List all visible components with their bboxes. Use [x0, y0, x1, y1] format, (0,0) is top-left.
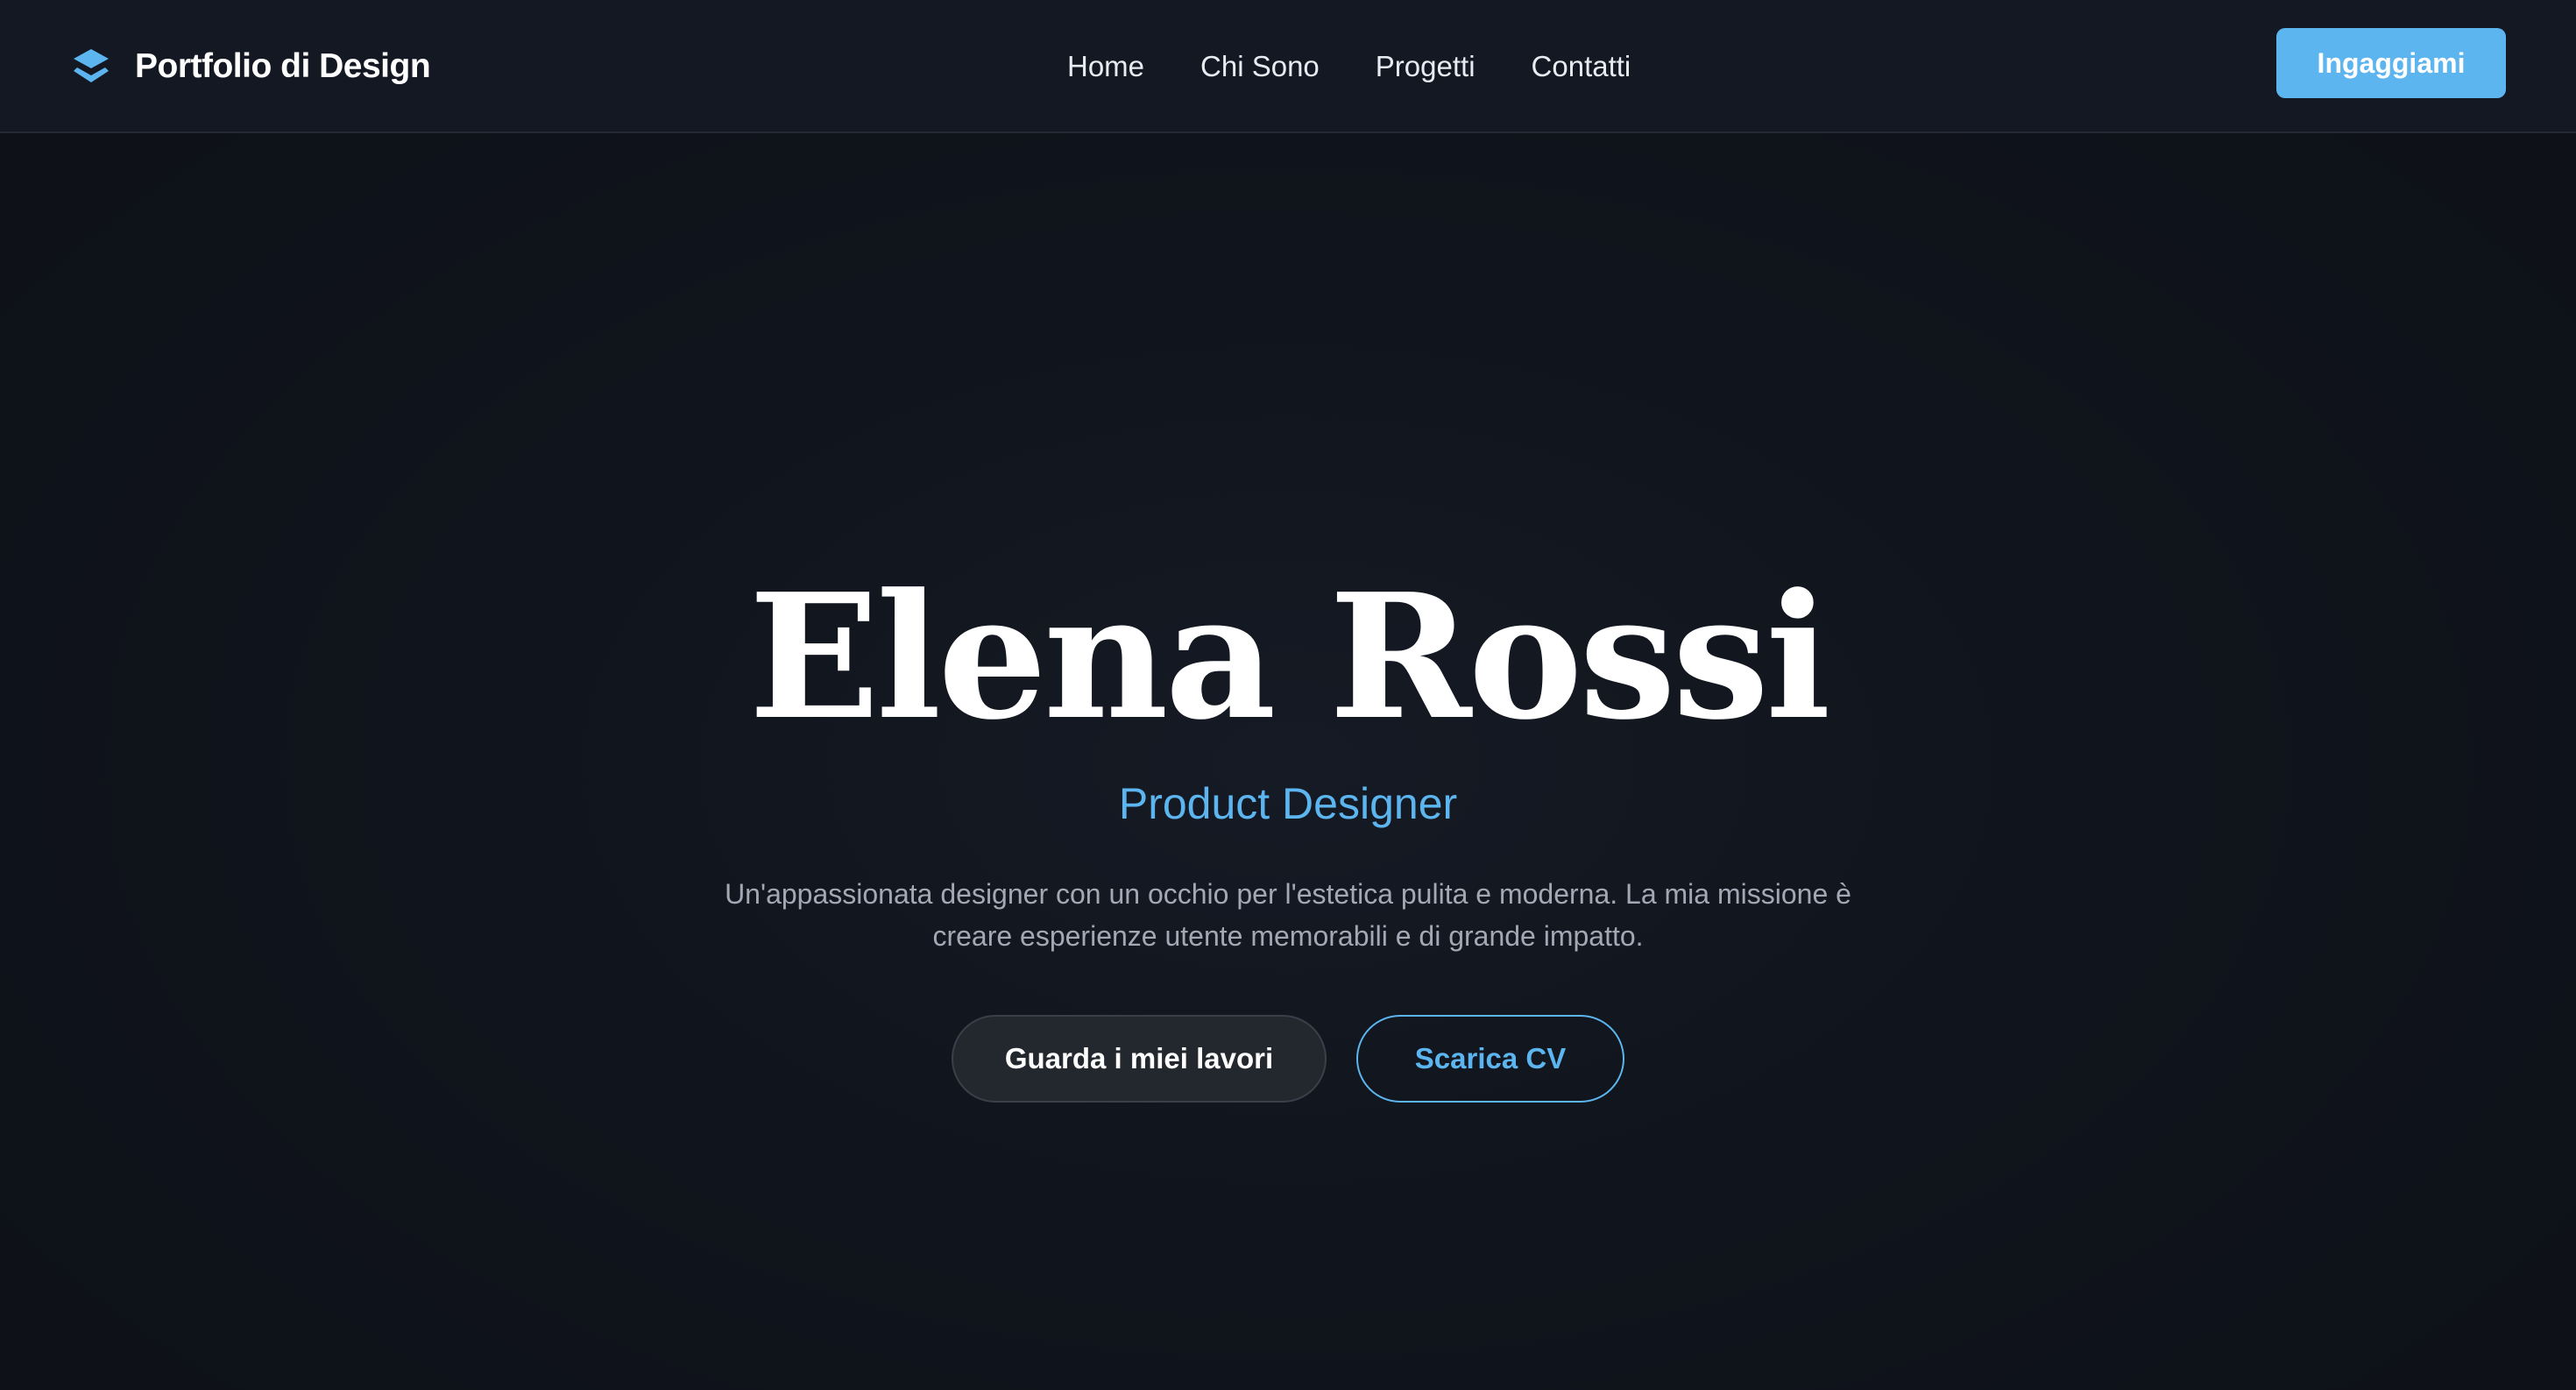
hero-actions: Guarda i miei lavori Scarica CV	[0, 1015, 2576, 1103]
hero-name: Elena Rossi	[748, 557, 1830, 758]
hero-description: Un'appassionata designer con un occhio p…	[725, 878, 1851, 952]
hero-role: Product Designer	[1118, 779, 1458, 828]
view-work-button[interactable]: Guarda i miei lavori	[952, 1015, 1327, 1103]
nav-link-contatti[interactable]: Contatti	[1532, 50, 1631, 83]
navbar: Portfolio di Design Home Chi Sono Proget…	[0, 0, 2576, 133]
nav-link-home[interactable]: Home	[1067, 50, 1144, 83]
main-nav: Home Chi Sono Progetti Contatti	[1067, 40, 1631, 93]
hero-section: Elena Rossi Product Designer Un'appassio…	[0, 133, 2576, 1390]
download-cv-button[interactable]: Scarica CV	[1356, 1015, 1624, 1103]
nav-link-progetti[interactable]: Progetti	[1376, 50, 1476, 83]
brand-link[interactable]: Portfolio di Design	[72, 40, 431, 93]
brand-name: Portfolio di Design	[135, 47, 431, 85]
layers-icon	[74, 49, 109, 82]
hire-me-button[interactable]: Ingaggiami	[2276, 28, 2506, 98]
nav-link-chi-sono[interactable]: Chi Sono	[1200, 50, 1320, 83]
page: Portfolio di Design Home Chi Sono Proget…	[0, 0, 2576, 1390]
